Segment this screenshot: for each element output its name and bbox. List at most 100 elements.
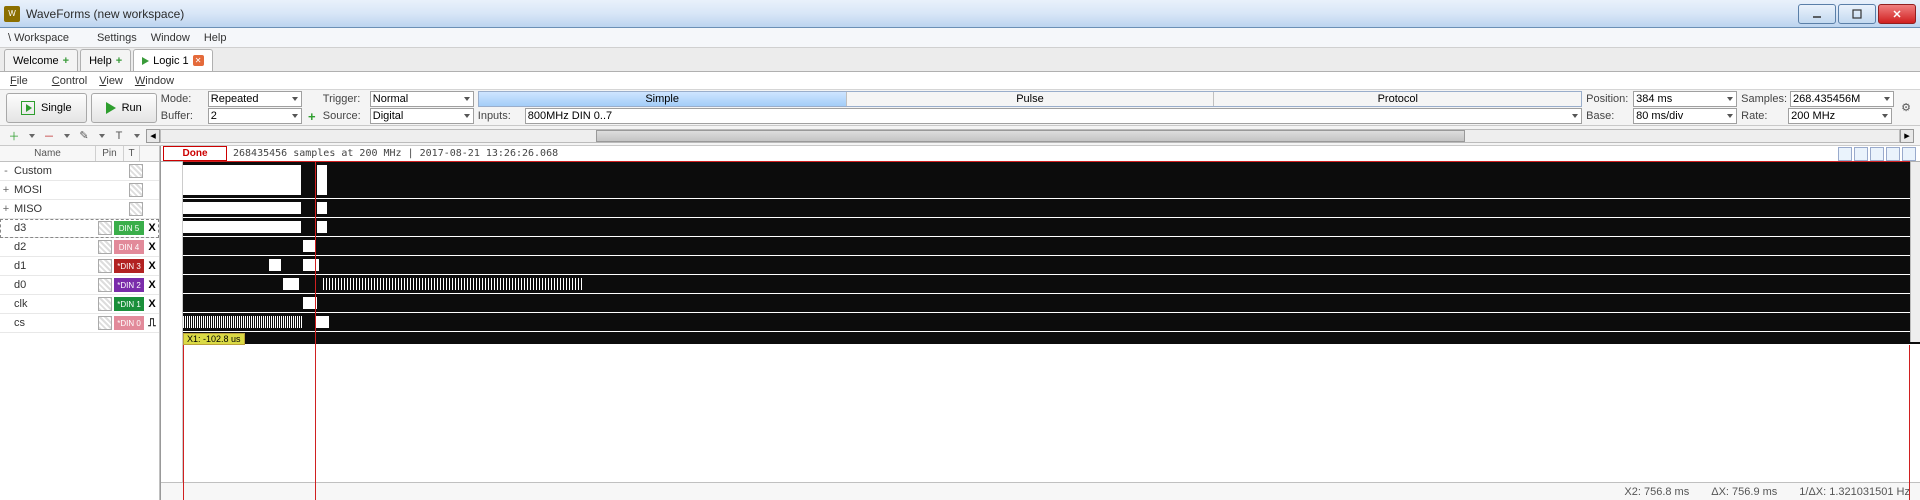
run-button[interactable]: Run — [91, 93, 157, 123]
buffer-select[interactable]: 2 — [208, 108, 302, 124]
trigger-line[interactable] — [315, 162, 316, 500]
din-pin-label[interactable]: *DIN 2 — [114, 278, 144, 292]
din-pin-label[interactable]: *DIN 0 — [114, 316, 144, 330]
lane-clk[interactable] — [183, 313, 1920, 332]
expand-toggle[interactable]: + — [0, 203, 12, 215]
source-select[interactable]: Digital — [370, 108, 474, 124]
lane-d3[interactable] — [183, 237, 1920, 256]
rate-select[interactable]: 200 MHz — [1788, 108, 1892, 124]
menu-window2[interactable]: Window — [135, 75, 174, 87]
measure-tool-icon[interactable] — [1902, 147, 1916, 161]
samples-select[interactable]: 268.435456M — [1790, 91, 1894, 107]
window-maximize-button[interactable] — [1838, 4, 1876, 24]
lane-mosi[interactable] — [183, 199, 1920, 218]
buffer-add-icon[interactable]: + — [305, 109, 319, 123]
waveform-area[interactable]: X1: -102.8 us — [161, 162, 1920, 482]
lane-custom[interactable] — [183, 162, 1920, 199]
trigger-select[interactable]: Normal — [370, 91, 474, 107]
position-select[interactable]: 384 ms — [1633, 91, 1737, 107]
signal-row-cs[interactable]: cs*DIN 0⎍ — [0, 314, 159, 333]
din-pin-label[interactable]: *DIN 1 — [114, 297, 144, 311]
din-pin-label[interactable]: *DIN 3 — [114, 259, 144, 273]
scroll-track[interactable] — [160, 129, 1900, 143]
lane-miso[interactable] — [183, 218, 1920, 237]
scroll-right-icon[interactable]: ▸ — [1900, 129, 1914, 143]
dropdown-icon[interactable] — [64, 134, 70, 138]
window-close-button[interactable] — [1878, 4, 1916, 24]
trigger-mode-pulse[interactable]: Pulse — [847, 92, 1215, 106]
remove-signal-icon[interactable]: － — [41, 128, 57, 144]
trigger-mode-simple[interactable]: Simple — [479, 92, 847, 106]
menu-help[interactable]: Help — [204, 32, 227, 44]
tab-close-icon[interactable]: ✕ — [193, 55, 204, 66]
col-name[interactable]: Name — [0, 146, 96, 161]
trigger-condition[interactable]: X — [145, 298, 159, 310]
signal-visibility-toggle[interactable] — [98, 278, 112, 292]
signal-row-MOSI[interactable]: +MOSI — [0, 181, 159, 200]
signal-visibility-toggle[interactable] — [129, 183, 143, 197]
cursor-x1-label[interactable]: X1: -102.8 us — [183, 333, 245, 345]
expand-toggle[interactable]: - — [0, 165, 12, 177]
trigger-condition[interactable]: X — [145, 279, 159, 291]
signal-visibility-toggle[interactable] — [98, 221, 112, 235]
time-scrollbar[interactable]: ◂ ▸ — [146, 128, 1914, 144]
zoom-in-icon[interactable] — [1854, 147, 1868, 161]
signal-row-d2[interactable]: d2 DIN 4X — [0, 238, 159, 257]
dropdown-icon[interactable] — [134, 134, 140, 138]
scroll-thumb[interactable] — [596, 130, 1465, 142]
menu-control[interactable]: Control — [52, 75, 87, 87]
trigger-condition[interactable]: X — [145, 222, 159, 234]
expand-toggle[interactable]: + — [0, 184, 12, 196]
signal-visibility-toggle[interactable] — [98, 297, 112, 311]
tab-help[interactable]: Help+ — [80, 49, 131, 71]
trigger-condition[interactable]: ⎍ — [145, 317, 159, 330]
col-t[interactable]: T — [124, 146, 140, 161]
menu-workspace[interactable]: \ Workspace — [8, 32, 83, 44]
dropdown-icon[interactable] — [29, 134, 35, 138]
t-mode-label[interactable]: T — [111, 128, 127, 144]
menu-view[interactable]: View — [99, 75, 123, 87]
din-pin-label[interactable]: DIN 5 — [114, 221, 144, 235]
lane-d2[interactable] — [183, 256, 1920, 275]
signal-visibility-toggle[interactable] — [98, 316, 112, 330]
signal-row-d3[interactable]: d3DIN 5X — [0, 219, 159, 238]
menu-settings[interactable]: Settings — [97, 32, 137, 44]
trigger-condition[interactable]: X — [145, 241, 159, 253]
signal-visibility-toggle[interactable] — [129, 202, 143, 216]
dropdown-icon[interactable] — [99, 134, 105, 138]
signal-visibility-toggle[interactable] — [98, 259, 112, 273]
inputs-select[interactable]: 800MHz DIN 0..7 — [525, 108, 1582, 124]
mode-select[interactable]: Repeated — [208, 91, 302, 107]
din-pin-label[interactable]: DIN 4 — [114, 240, 144, 254]
base-select[interactable]: 80 ms/div — [1633, 108, 1737, 124]
lane-d1[interactable] — [183, 275, 1920, 294]
trigger-condition[interactable]: X — [145, 260, 159, 272]
scroll-left-icon[interactable]: ◂ — [146, 129, 160, 143]
signal-row-clk[interactable]: clk*DIN 1X — [0, 295, 159, 314]
single-button[interactable]: Single — [6, 93, 87, 123]
add-signal-icon[interactable]: ＋ — [6, 128, 22, 144]
signal-row-d0[interactable]: d0*DIN 2X — [0, 276, 159, 295]
signal-row-Custom[interactable]: -Custom — [0, 162, 159, 181]
signal-row-d1[interactable]: d1*DIN 3X — [0, 257, 159, 276]
menu-file[interactable]: File — [10, 75, 40, 87]
tab-logic-1[interactable]: Logic 1✕ — [133, 49, 212, 71]
lane-d0[interactable] — [183, 294, 1920, 313]
lane-cs[interactable] — [183, 332, 1920, 345]
zoom-fit-icon[interactable] — [1838, 147, 1852, 161]
col-pin[interactable]: Pin — [96, 146, 124, 161]
signal-row-MISO[interactable]: +MISO — [0, 200, 159, 219]
wave-vertical-scrollbar[interactable] — [1910, 162, 1920, 342]
menu-window[interactable]: Window — [151, 32, 190, 44]
trigger-mode-protocol[interactable]: Protocol — [1214, 92, 1581, 106]
zoom-out-icon[interactable] — [1870, 147, 1884, 161]
signal-visibility-toggle[interactable] — [129, 164, 143, 178]
signal-toolbar: ＋ － ✎ T ◂ ▸ — [0, 126, 1920, 146]
edit-signal-icon[interactable]: ✎ — [76, 128, 92, 144]
window-minimize-button[interactable] — [1798, 4, 1836, 24]
cursor-tool-icon[interactable] — [1886, 147, 1900, 161]
settings-gear-icon[interactable]: ⚙ — [1898, 100, 1914, 116]
tab-welcome[interactable]: Welcome+ — [4, 49, 78, 71]
signal-visibility-toggle[interactable] — [98, 240, 112, 254]
signal-name: d2 — [12, 241, 96, 253]
